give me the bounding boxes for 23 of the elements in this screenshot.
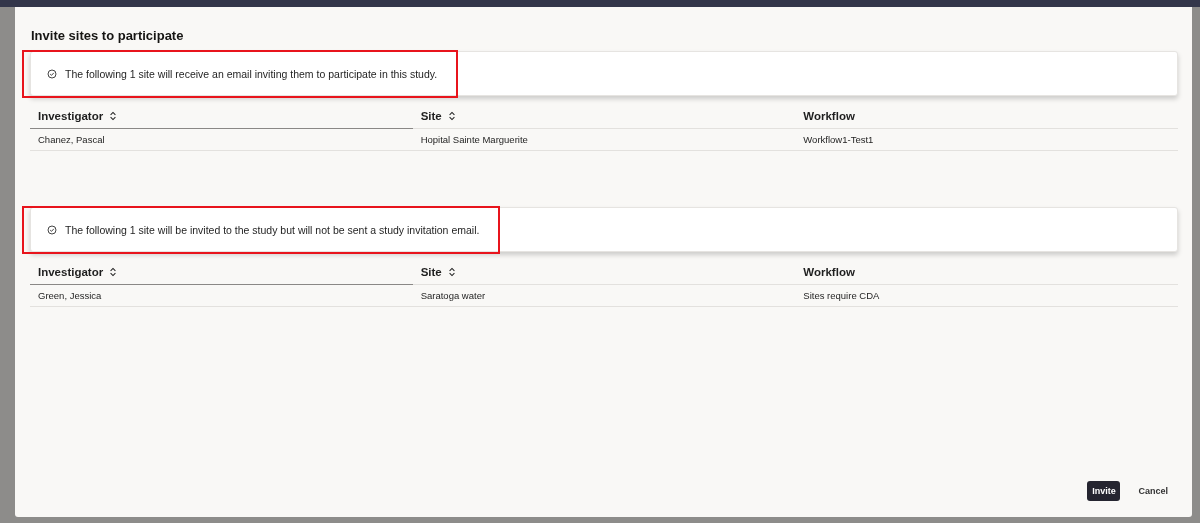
column-header[interactable]: Investigator: [38, 265, 104, 278]
sort-icon[interactable]: [109, 110, 118, 121]
message-text: The following 1 site will be invited to the study but will not be sent a study invitation email.: [65, 223, 480, 236]
table-cell-text: Chanez, Pascal: [37, 133, 106, 147]
sort-icon[interactable]: [447, 110, 456, 121]
column-header: Workflow: [803, 109, 855, 122]
check-circle-icon: [47, 68, 57, 79]
invite-button[interactable]: Invite: [1087, 481, 1121, 501]
message-text: The following 1 site will receive an email inviting them to participate in this study.: [65, 67, 438, 80]
table-cell-text: Green, Jessica: [37, 289, 103, 303]
dialog-title: Invite sites to participate: [31, 28, 185, 44]
column-header[interactable]: Investigator: [38, 109, 104, 122]
column-header[interactable]: Site: [420, 265, 442, 278]
column-header: Workflow: [803, 265, 855, 278]
table-cell-text: Sites require CDA: [802, 289, 881, 303]
sort-icon[interactable]: [109, 266, 118, 277]
cancel-button[interactable]: Cancel: [1128, 481, 1178, 501]
column-header[interactable]: Site: [420, 109, 442, 122]
table-cell-text: Workflow1-Test1: [802, 133, 875, 147]
table-cell-text: Saratoga water: [419, 289, 487, 303]
sort-icon[interactable]: [447, 266, 456, 277]
table-cell-text: Hopital Sainte Marguerite: [419, 133, 529, 147]
check-circle-icon: [47, 224, 57, 235]
